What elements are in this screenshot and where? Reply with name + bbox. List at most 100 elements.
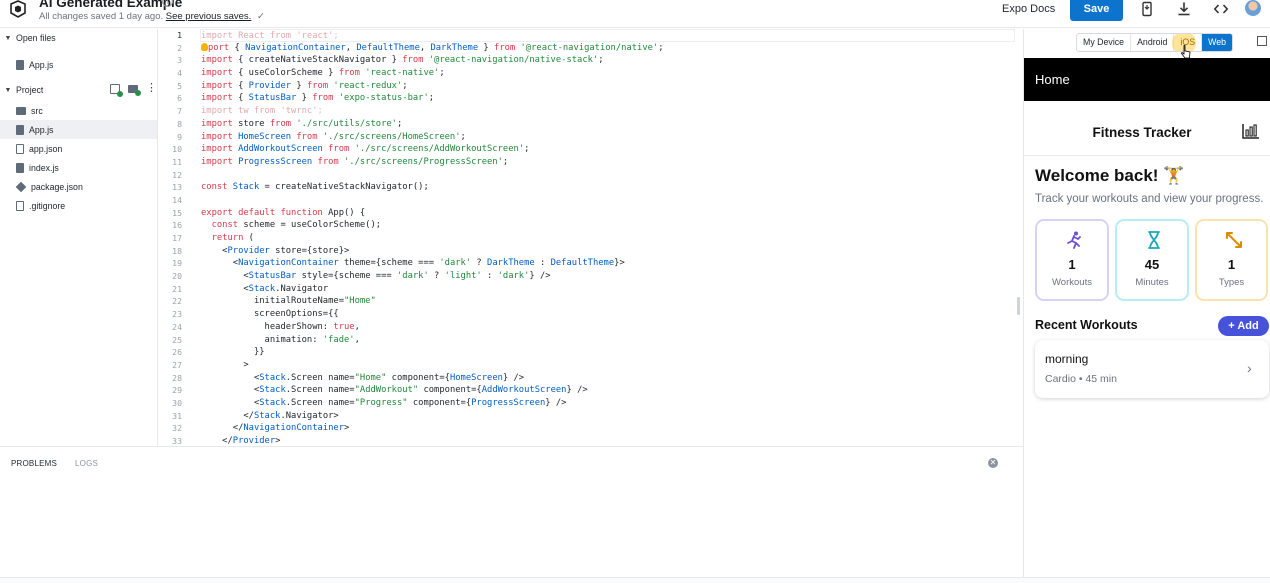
stat-card-minutes[interactable]: 45 Minutes [1115,219,1189,301]
code-line[interactable]: </Stack.Navigator> [201,410,1015,423]
project-item-src[interactable]: src [0,101,157,120]
project-item-index-js[interactable]: index.js [0,158,157,177]
new-file-icon[interactable] [110,84,123,97]
line-number: 21 [172,283,182,294]
more-options-icon[interactable]: ⋮ [146,83,157,94]
line-number: 27 [172,359,182,370]
code-line[interactable]: import { Provider } from 'react-redux'; [201,80,1015,93]
platform-tabs: My Device Android iOS Web [1076,33,1233,52]
editor-scrollbar[interactable] [1017,297,1020,315]
code-line[interactable]: import { StatusBar } from 'expo-status-b… [201,92,1015,105]
code-line[interactable]: export default function App() { [201,207,1015,220]
folder-icon [16,106,26,115]
line-number: 32 [172,423,182,434]
download-icon[interactable] [1176,1,1192,17]
app-header-title: Home [1035,72,1070,87]
expo-docs-link[interactable]: Expo Docs [1002,3,1055,15]
line-number: 25 [172,334,182,345]
code-line[interactable]: <Provider store={store}> [201,245,1015,258]
code-line[interactable]: import { createNativeStackNavigator } fr… [201,54,1015,67]
line-number: 28 [172,372,182,383]
line-number: 12 [172,169,182,180]
line-number: 22 [172,296,182,307]
code-line[interactable]: import tw from 'twrnc'; [201,105,1015,118]
code-line[interactable]: }} [201,346,1015,359]
stat-card-types[interactable]: 1 Types [1195,219,1268,301]
code-line[interactable]: <Stack.Screen name="Progress" component=… [201,397,1015,410]
preview-pane: My Device Android iOS Web Home Fitness T… [1023,29,1270,583]
open-external-icon[interactable] [1257,36,1267,46]
code-lines[interactable]: import React from 'react'; port { Navigat… [200,29,1015,446]
code-line[interactable]: port { NavigationContainer, DefaultTheme… [201,42,1015,55]
welcome-heading: Welcome back! 🏋️ [1035,166,1185,185]
code-line[interactable]: <Stack.Screen name="Home" component={Hom… [201,372,1015,385]
code-line[interactable]: <Stack.Screen name="AddWorkout" componen… [201,384,1015,397]
workout-card[interactable]: morning Cardio • 45 min › [1035,340,1269,398]
lightbulb-icon[interactable] [201,42,208,51]
workout-name: morning [1045,352,1089,366]
code-editor[interactable]: 1 2 3 4 5 6 7 8 9 10 11 12 13 14 15 16 17 18 19 20 21 22 23 24 2… [159,29,1023,446]
project-item-label: package.json [31,181,83,192]
stat-label: Minutes [1135,277,1169,288]
new-folder-icon[interactable] [128,85,141,96]
device-qr-icon[interactable] [1139,1,1155,17]
line-number: 9 [177,131,182,142]
code-line[interactable]: </Provider> [201,435,1015,446]
code-embed-icon[interactable] [1213,1,1229,17]
stat-card-workouts[interactable]: 1 Workouts [1035,219,1109,301]
avatar[interactable] [1245,0,1261,16]
close-icon[interactable]: ✕ [988,458,998,468]
project-item-gitignore[interactable]: .gitignore [0,196,157,215]
code-line[interactable]: <StatusBar style={scheme === 'dark' ? 'l… [201,270,1015,283]
code-line[interactable]: import { useColorScheme } from 'react-na… [201,67,1015,80]
code-line[interactable]: animation: 'fade', [201,334,1015,347]
tab-logs[interactable]: LOGS [75,459,98,468]
package-icon [15,181,27,192]
code-line[interactable]: const Stack = createNativeStackNavigator… [201,181,1015,194]
project-item-package-json[interactable]: package.json [0,177,157,196]
check-icon: ✓ [256,11,265,22]
file-icon [16,200,24,211]
save-status-text: All changes saved 1 day ago. [39,11,164,22]
open-files-header[interactable]: ▼ Open files [0,29,158,47]
code-line[interactable]: import AddWorkoutScreen from './src/scre… [201,143,1015,156]
project-item-label: index.js [29,162,59,173]
save-button[interactable]: Save [1070,0,1123,21]
project-item-app-js[interactable]: App.js [0,120,157,139]
code-line[interactable] [201,169,1015,182]
project-header[interactable]: ▼ Project ⋮ [0,81,158,99]
stat-value: 1 [1068,257,1076,272]
line-number: 16 [172,220,182,231]
code-line[interactable]: </NavigationContainer> [201,422,1015,435]
code-line[interactable]: const scheme = useColorScheme(); [201,219,1015,232]
chevron-right-icon: › [1247,360,1252,376]
expo-logo-icon[interactable] [8,0,28,20]
code-line[interactable]: headerShown: true, [201,321,1015,334]
add-workout-button[interactable]: + Add [1218,316,1269,336]
previous-saves-link[interactable]: See previous saves. [166,11,252,22]
code-line[interactable]: > [201,359,1015,372]
tab-web[interactable]: Web [1202,34,1232,51]
status-bar [0,577,1270,583]
project-title[interactable]: AI Generated Example [39,0,182,10]
code-line[interactable]: <Stack.Navigator [201,283,1015,296]
code-line[interactable]: import ProgressScreen from './src/screen… [201,156,1015,169]
code-line[interactable]: import store from './src/utils/store'; [201,118,1015,131]
code-line[interactable] [201,194,1015,207]
project-label: Project [16,85,44,95]
project-item-app-json[interactable]: app.json [0,139,157,158]
code-line[interactable]: <NavigationContainer theme={scheme === '… [201,257,1015,270]
code-line[interactable]: initialRouteName="Home" [201,295,1015,308]
tab-my-device[interactable]: My Device [1077,34,1132,51]
project-item-label: .gitignore [29,200,66,211]
open-file-item[interactable]: App.js [0,55,157,74]
hourglass-icon [1148,231,1160,249]
code-line[interactable]: screenOptions={{ [201,308,1015,321]
code-line[interactable]: return ( [201,232,1015,245]
code-line[interactable]: import React from 'react'; [200,29,1015,42]
code-line[interactable]: import HomeScreen from './src/screens/Ho… [201,131,1015,144]
tab-problems[interactable]: PROBLEMS [11,459,57,468]
bar-chart-icon[interactable] [1241,122,1261,140]
line-number: 6 [177,93,182,104]
tab-android[interactable]: Android [1131,34,1175,51]
